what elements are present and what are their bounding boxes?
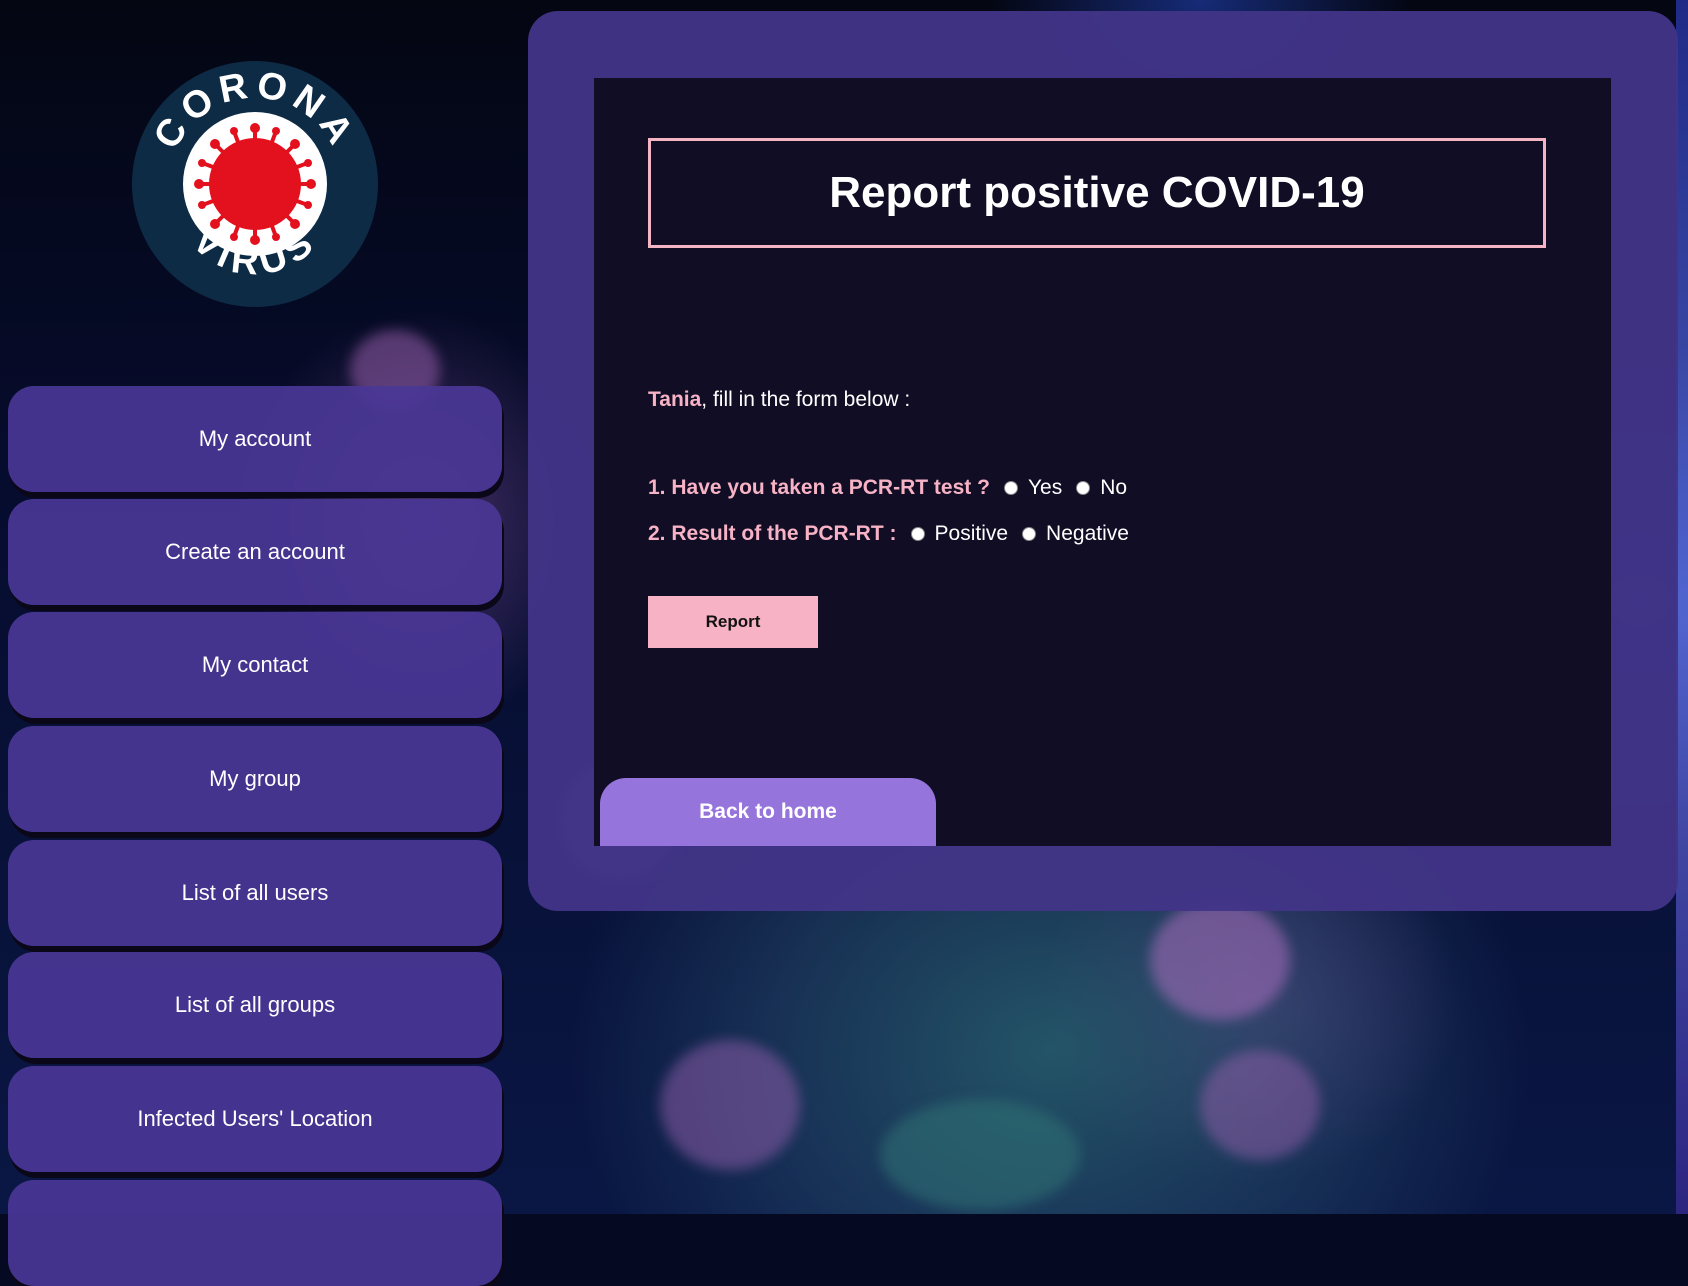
report-form-container: Report positive COVID-19 Tania, fill in …: [594, 78, 1611, 846]
sidebar-item-my-contact[interactable]: My contact: [8, 612, 502, 718]
radio-no[interactable]: [1076, 481, 1091, 495]
report-button[interactable]: Report: [648, 596, 818, 648]
page-title: Report positive COVID-19: [829, 168, 1365, 217]
radio-yes-label: Yes: [1027, 476, 1063, 499]
radio-negative[interactable]: [1022, 527, 1037, 541]
sidebar-item-list-users[interactable]: List of all users: [8, 840, 502, 946]
greeting-text: , fill in the form below :: [701, 388, 911, 411]
radio-positive[interactable]: [910, 527, 925, 541]
sidebar-item-create-account[interactable]: Create an account: [8, 499, 502, 605]
sidebar-item-my-group[interactable]: My group: [8, 726, 502, 832]
corona-virus-logo: CORONA VIRUS: [132, 61, 378, 307]
sidebar-item-infected-location[interactable]: Infected Users' Location: [8, 1066, 502, 1172]
back-to-home-button[interactable]: Back to home: [600, 778, 936, 846]
radio-yes[interactable]: [1003, 481, 1018, 495]
question-pcr-result: 2. Result of the PCR-RT : Positive Negat…: [648, 522, 1143, 546]
user-name: Tania: [648, 388, 702, 411]
main-panel: Report positive COVID-19 Tania, fill in …: [528, 11, 1678, 911]
radio-positive-label: Positive: [934, 522, 1009, 545]
question-pcr-test: 1. Have you taken a PCR-RT test ? Yes No: [648, 476, 1141, 500]
page-title-frame: Report positive COVID-19: [648, 138, 1546, 248]
sidebar-item-my-account[interactable]: My account: [8, 386, 502, 492]
question-pcr-test-label: 1. Have you taken a PCR-RT test ?: [648, 476, 990, 499]
form-greeting: Tania, fill in the form below :: [648, 388, 910, 412]
question-pcr-result-label: 2. Result of the PCR-RT :: [648, 522, 897, 545]
sidebar-item-list-groups[interactable]: List of all groups: [8, 952, 502, 1058]
sidebar-item-partial[interactable]: [8, 1180, 502, 1286]
radio-no-label: No: [1100, 476, 1128, 499]
radio-negative-label: Negative: [1046, 522, 1129, 545]
